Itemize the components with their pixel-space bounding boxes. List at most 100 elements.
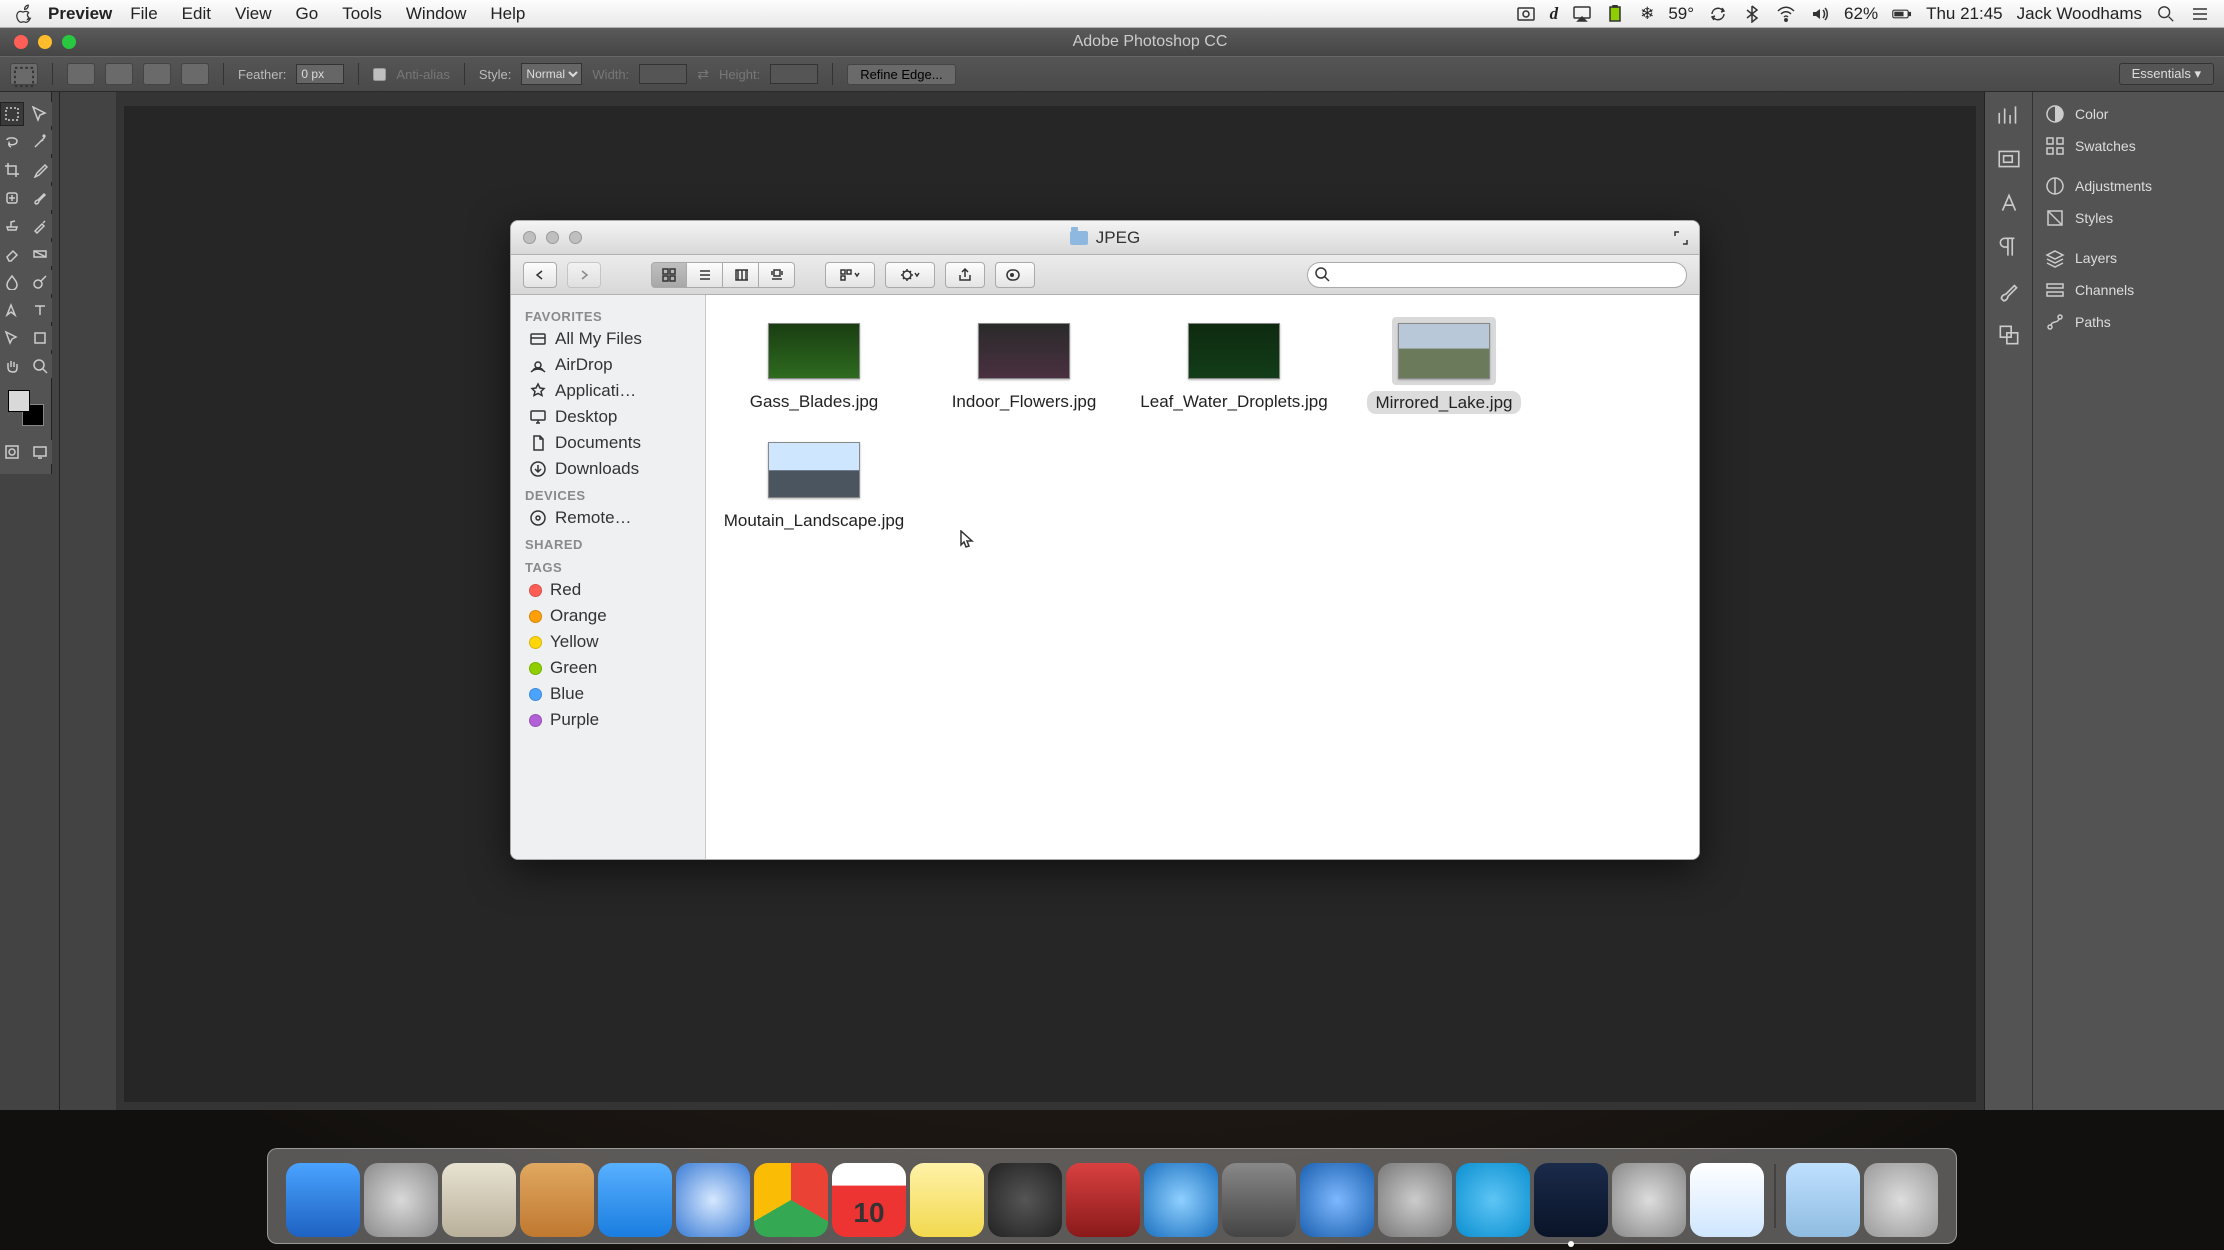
dock-downloads[interactable]	[1786, 1163, 1860, 1237]
panel-icon-brush[interactable]	[1996, 278, 2022, 304]
dock-mail[interactable]	[442, 1163, 516, 1237]
panel-paths[interactable]: Paths	[2033, 306, 2224, 338]
battery-icon[interactable]	[1892, 5, 1912, 23]
eyedropper-tool[interactable]	[28, 158, 52, 182]
sidebar-item-desktop[interactable]: Desktop	[511, 404, 705, 430]
dock-chrome[interactable]	[754, 1163, 828, 1237]
sidebar-item-downloads[interactable]: Downloads	[511, 456, 705, 482]
view-column-button[interactable]	[723, 262, 759, 288]
feather-input[interactable]	[296, 64, 344, 84]
bluetooth-icon[interactable]	[1742, 5, 1762, 23]
dock-photobooth[interactable]	[1066, 1163, 1140, 1237]
view-list-button[interactable]	[687, 262, 723, 288]
panel-icon-histogram[interactable]	[1996, 102, 2022, 128]
sidebar-item-documents[interactable]: Documents	[511, 430, 705, 456]
dock-preview[interactable]	[1690, 1163, 1764, 1237]
dodge-tool[interactable]	[28, 270, 52, 294]
brush-tool[interactable]	[28, 186, 52, 210]
menu-view[interactable]: View	[235, 4, 272, 24]
panel-icon-paragraph[interactable]	[1996, 234, 2022, 260]
wifi-icon[interactable]	[1776, 5, 1796, 23]
temperature[interactable]: 59°	[1668, 4, 1694, 24]
volume-icon[interactable]	[1810, 5, 1830, 23]
path-selection-tool[interactable]	[0, 326, 24, 350]
gradient-tool[interactable]	[28, 242, 52, 266]
apple-logo-icon[interactable]	[14, 4, 34, 24]
file-item[interactable]: Mirrored_Lake.jpg	[1344, 311, 1544, 430]
history-brush-tool[interactable]	[28, 214, 52, 238]
view-coverflow-button[interactable]	[759, 262, 795, 288]
dock-finder[interactable]	[286, 1163, 360, 1237]
sidebar-tag-green[interactable]: Green	[511, 655, 705, 681]
menu-window[interactable]: Window	[406, 4, 466, 24]
move-tool[interactable]	[28, 102, 52, 126]
back-button[interactable]	[523, 262, 557, 288]
finder-minimize-button[interactable]	[546, 231, 559, 244]
shape-tool[interactable]	[28, 326, 52, 350]
search-input[interactable]	[1307, 262, 1687, 288]
sidebar-tag-purple[interactable]: Purple	[511, 707, 705, 733]
fullscreen-icon[interactable]	[1673, 230, 1689, 246]
sidebar-item-all-my-files[interactable]: All My Files	[511, 326, 705, 352]
sidebar-tag-yellow[interactable]: Yellow	[511, 629, 705, 655]
dock-skype[interactable]	[1456, 1163, 1530, 1237]
finder-close-button[interactable]	[523, 231, 536, 244]
dock-contacts[interactable]	[520, 1163, 594, 1237]
foreground-color-swatch[interactable]	[8, 390, 30, 412]
menu-extra-d-icon[interactable]: d	[1550, 4, 1559, 24]
menu-help[interactable]: Help	[490, 4, 525, 24]
dock-itunes[interactable]	[1144, 1163, 1218, 1237]
action-button[interactable]	[885, 262, 935, 288]
tags-button[interactable]	[995, 262, 1035, 288]
zoom-tool[interactable]	[28, 354, 52, 378]
dock-photoshop[interactable]	[1534, 1163, 1608, 1237]
finder-titlebar[interactable]: JPEG	[511, 221, 1699, 255]
clock[interactable]: Thu 21:45	[1926, 4, 2003, 24]
dock-launchpad[interactable]	[364, 1163, 438, 1237]
file-item[interactable]: Moutain_Landscape.jpg	[714, 430, 914, 547]
lasso-tool[interactable]	[0, 130, 24, 154]
screen-mode-button[interactable]	[28, 440, 52, 464]
crop-tool[interactable]	[0, 158, 24, 182]
panel-channels[interactable]: Channels	[2033, 274, 2224, 306]
panel-icon-navigator[interactable]	[1996, 146, 2022, 172]
panel-icon-character[interactable]	[1996, 190, 2022, 216]
style-select[interactable]: Normal	[521, 63, 582, 85]
dock-facetime[interactable]	[988, 1163, 1062, 1237]
share-button[interactable]	[945, 262, 985, 288]
panel-icon-clone[interactable]	[1996, 322, 2022, 348]
file-item[interactable]: Gass_Blades.jpg	[714, 311, 914, 430]
dock-appstore[interactable]	[1300, 1163, 1374, 1237]
dock-messages[interactable]	[598, 1163, 672, 1237]
dock-settings[interactable]	[1378, 1163, 1452, 1237]
sidebar-item-applicati-[interactable]: Applicati…	[511, 378, 705, 404]
battery-percent[interactable]: 62%	[1844, 4, 1878, 24]
panel-adjustments[interactable]: Adjustments	[2033, 170, 2224, 202]
selection-add-button[interactable]	[105, 63, 133, 85]
type-tool[interactable]	[28, 298, 52, 322]
finder-zoom-button[interactable]	[569, 231, 582, 244]
active-app-name[interactable]: Preview	[48, 4, 112, 24]
quick-mask-button[interactable]	[0, 440, 24, 464]
minimize-button[interactable]	[38, 35, 52, 49]
zoom-button[interactable]	[62, 35, 76, 49]
spotlight-icon[interactable]	[2156, 5, 2176, 23]
airplay-icon[interactable]	[1572, 5, 1592, 23]
notification-center-icon[interactable]	[2190, 5, 2210, 23]
dock-imovie[interactable]	[1612, 1163, 1686, 1237]
eraser-tool[interactable]	[0, 242, 24, 266]
menu-file[interactable]: File	[130, 4, 157, 24]
file-item[interactable]: Leaf_Water_Droplets.jpg	[1134, 311, 1334, 430]
sidebar-tag-red[interactable]: Red	[511, 577, 705, 603]
menu-tools[interactable]: Tools	[342, 4, 382, 24]
arrange-button[interactable]	[825, 262, 875, 288]
magic-wand-tool[interactable]	[28, 130, 52, 154]
sync-icon[interactable]	[1708, 5, 1728, 23]
dock-trash[interactable]	[1864, 1163, 1938, 1237]
hand-tool[interactable]	[0, 354, 24, 378]
panel-color[interactable]: Color	[2033, 98, 2224, 130]
panel-swatches[interactable]: Swatches	[2033, 130, 2224, 162]
healing-brush-tool[interactable]	[0, 186, 24, 210]
user-name[interactable]: Jack Woodhams	[2017, 4, 2142, 24]
selection-subtract-button[interactable]	[143, 63, 171, 85]
